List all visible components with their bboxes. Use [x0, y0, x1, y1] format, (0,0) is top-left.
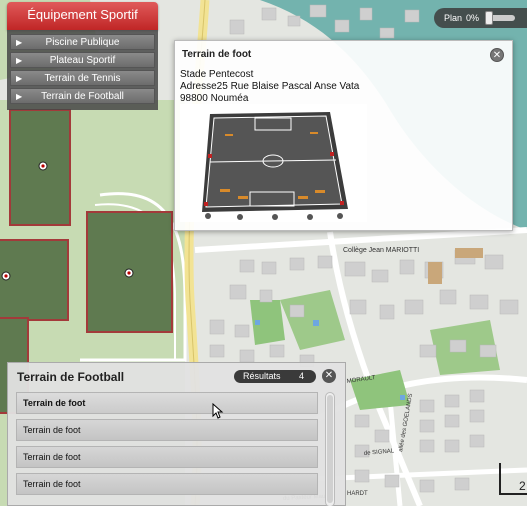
chevron-right-icon: ▶	[16, 56, 23, 65]
results-title: Terrain de Football	[17, 370, 125, 384]
scale-bar: 2	[499, 463, 527, 495]
popup-title: Terrain de foot	[182, 49, 252, 60]
plan-control: Plan 0%	[434, 8, 527, 28]
results-scrollbar[interactable]	[325, 392, 335, 506]
list-item[interactable]: Terrain de foot	[16, 392, 318, 414]
list-item[interactable]: Terrain de foot	[16, 446, 318, 468]
map-label-street_5: HARDT	[347, 491, 368, 497]
chevron-right-icon: ▶	[16, 92, 23, 101]
plan-slider-track[interactable]	[485, 11, 516, 25]
category-item-football[interactable]: ▶ Terrain de Football	[10, 88, 155, 104]
info-popup: Terrain de foot ✕ Stade Pentecost Adress…	[174, 40, 513, 231]
popup-line: Adresse25 Rue Blaise Pascal Anse Vata	[180, 81, 360, 92]
results-panel: Terrain de Football Résultats 4 ✕ Terrai…	[7, 362, 346, 506]
plan-label: Plan	[444, 13, 463, 23]
category-item-tennis[interactable]: ▶ Terrain de Tennis	[10, 70, 155, 86]
plan-value: 0%	[466, 13, 480, 23]
category-item-plateau[interactable]: ▶ Plateau Sportif	[10, 52, 155, 68]
category-menu: ▶ Piscine Publique ▶ Plateau Sportif ▶ T…	[7, 30, 158, 110]
plan-slider-thumb[interactable]	[485, 11, 494, 25]
category-item-label: Terrain de Football	[41, 91, 124, 102]
scale-label: 2	[519, 479, 526, 493]
category-item-piscine[interactable]: ▶ Piscine Publique	[10, 34, 155, 50]
popup-line: Stade Pentecost	[180, 69, 254, 80]
close-icon[interactable]: ✕	[322, 369, 336, 383]
category-title[interactable]: Équipement Sportif	[7, 2, 158, 30]
category-item-label: Piscine Publique	[45, 37, 120, 48]
list-item[interactable]: Terrain de foot	[16, 473, 318, 495]
map-label-college: Collège Jean MARIOTTI	[343, 247, 419, 254]
scrollbar-thumb[interactable]	[327, 395, 333, 503]
category-item-label: Plateau Sportif	[49, 55, 116, 66]
chevron-right-icon: ▶	[16, 74, 23, 83]
chevron-right-icon: ▶	[16, 38, 23, 47]
field-photo	[180, 104, 367, 222]
popup-address: Stade Pentecost Adresse25 Rue Blaise Pas…	[180, 69, 359, 105]
mouse-pointer-icon	[212, 403, 224, 419]
results-count: 4	[298, 371, 304, 381]
close-icon[interactable]: ✕	[490, 48, 504, 62]
list-item[interactable]: Terrain de foot	[16, 419, 318, 441]
results-count-badge: Résultats 4	[234, 370, 316, 383]
results-list: Terrain de foot Terrain de foot Terrain …	[16, 392, 318, 500]
category-item-label: Terrain de Tennis	[44, 73, 121, 84]
results-count-label: Résultats	[243, 371, 281, 381]
